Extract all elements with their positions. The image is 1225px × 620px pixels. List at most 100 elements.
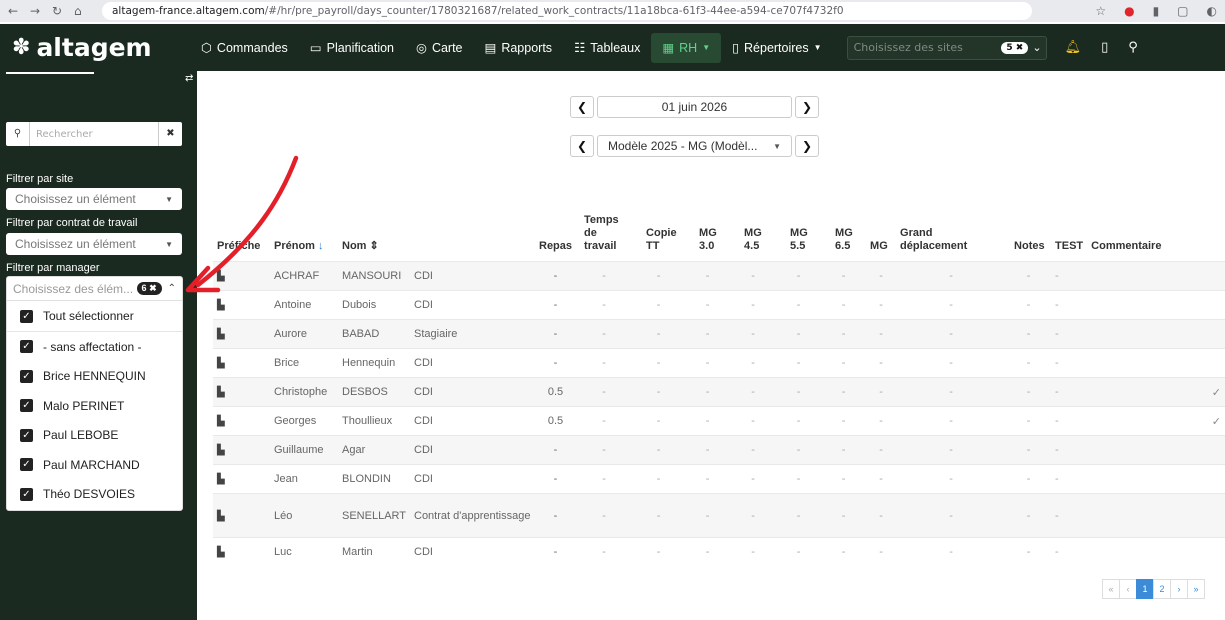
star-icon[interactable]: ☆ <box>1095 4 1106 18</box>
value-cell[interactable]: - <box>730 435 777 465</box>
value-cell[interactable]: - <box>776 377 822 407</box>
test-cell[interactable]: - <box>1051 493 1088 538</box>
notes-cell[interactable]: - <box>1006 261 1052 291</box>
table-row[interactable]: ▙ Aurore BABAD Stagiaire - - - - - - - - - - - <box>213 319 1225 349</box>
checkbox-checked-icon[interactable]: ✓ <box>20 458 33 472</box>
value-cell[interactable]: - <box>821 261 867 291</box>
option-item[interactable]: ✓ Paul LEBOBE <box>7 421 182 451</box>
value-cell[interactable]: - <box>730 493 777 538</box>
checkbox-checked-icon[interactable]: ✓ <box>20 487 33 501</box>
table-row[interactable]: ▙ Luc Martin CDI - - - - - - - - - - - <box>213 537 1225 567</box>
prefiche-cell[interactable]: ▙ <box>213 377 270 407</box>
repas-cell[interactable]: - <box>535 493 577 538</box>
value-cell[interactable]: - <box>821 319 867 349</box>
checkbox-checked-icon[interactable]: ✓ <box>20 369 33 383</box>
prefiche-cell[interactable]: ▙ <box>213 537 270 567</box>
nav-carte[interactable]: ◎ Carte <box>405 33 474 63</box>
last-page-button[interactable]: » <box>1187 579 1205 599</box>
site-count-badge[interactable]: 5 ✖ <box>1001 41 1029 54</box>
col-prenom[interactable]: Prénom ↓ <box>270 211 338 262</box>
value-cell[interactable]: - <box>776 493 822 538</box>
col-mg[interactable]: MG <box>866 211 896 262</box>
value-cell[interactable]: - <box>866 290 897 320</box>
option-item[interactable]: ✓ Paul MARCHAND <box>7 450 182 480</box>
grand-deplacement-cell[interactable]: - <box>896 377 1007 407</box>
table-row[interactable]: ▙ Antoine Dubois CDI - - - - - - - - - - - <box>213 290 1225 320</box>
document-icon[interactable]: ▙ <box>217 445 225 456</box>
value-cell[interactable]: - <box>866 464 897 494</box>
prefiche-cell[interactable]: ▙ <box>213 493 270 538</box>
value-cell[interactable]: - <box>632 319 686 349</box>
value-cell[interactable]: - <box>866 435 897 465</box>
option-item[interactable]: ✓ Brice HENNEQUIN <box>7 362 182 392</box>
value-cell[interactable]: - <box>685 493 731 538</box>
grand-deplacement-cell[interactable]: - <box>896 261 1007 291</box>
nav-commandes[interactable]: ⬡ Commandes <box>190 33 299 63</box>
next-date-button[interactable]: ❯ <box>795 96 819 118</box>
checkbox-checked-icon[interactable]: ✓ <box>20 399 33 413</box>
checkbox-checked-icon[interactable]: ✓ <box>20 309 33 323</box>
commentaire-cell[interactable] <box>1087 435 1225 465</box>
value-cell[interactable]: - <box>685 290 731 320</box>
repas-cell[interactable]: - <box>535 435 577 465</box>
value-cell[interactable]: - <box>866 319 897 349</box>
grand-deplacement-cell[interactable]: - <box>896 464 1007 494</box>
document-icon[interactable]: ▙ <box>217 358 225 369</box>
document-icon[interactable]: ▙ <box>217 300 225 311</box>
col-mg-45[interactable]: MG 4.5 <box>730 211 776 262</box>
repas-cell[interactable]: 0.5 <box>535 406 577 436</box>
value-cell[interactable]: - <box>821 493 867 538</box>
commentaire-cell[interactable]: ✓ <box>1087 377 1225 407</box>
test-cell[interactable]: - <box>1051 377 1088 407</box>
commentaire-cell[interactable] <box>1087 537 1225 567</box>
value-cell[interactable]: - <box>576 319 633 349</box>
grand-deplacement-cell[interactable]: - <box>896 406 1007 436</box>
search-input[interactable]: Rechercher <box>30 129 158 140</box>
page-button-1[interactable]: 1 <box>1136 579 1154 599</box>
value-cell[interactable]: - <box>776 464 822 494</box>
option-item[interactable]: ✓ Théo DESVOIES <box>7 480 182 510</box>
value-cell[interactable]: - <box>730 348 777 378</box>
value-cell[interactable]: - <box>821 406 867 436</box>
repas-cell[interactable]: - <box>535 261 577 291</box>
repas-cell[interactable]: - <box>535 537 577 567</box>
value-cell[interactable]: - <box>685 319 731 349</box>
value-cell[interactable]: - <box>866 406 897 436</box>
mobile-icon[interactable]: ▯ <box>1101 40 1108 55</box>
page-button-2[interactable]: 2 <box>1153 579 1171 599</box>
option-item[interactable]: ✓ Malo PERINET <box>7 391 182 421</box>
col-grand-deplacement[interactable]: Grand déplacement <box>896 211 1006 262</box>
value-cell[interactable]: - <box>632 464 686 494</box>
notes-cell[interactable]: - <box>1006 290 1052 320</box>
commentaire-cell[interactable] <box>1087 348 1225 378</box>
document-icon[interactable]: ▙ <box>217 329 225 340</box>
prefiche-cell[interactable]: ▙ <box>213 261 270 291</box>
col-mg-55[interactable]: MG 5.5 <box>776 211 821 262</box>
prefiche-cell[interactable]: ▙ <box>213 290 270 320</box>
col-temps-travail[interactable]: Temps de travail <box>576 211 632 262</box>
nav-rh[interactable]: ▦ RH ▼ <box>651 32 722 63</box>
col-repas[interactable]: Repas <box>535 211 576 262</box>
value-cell[interactable]: - <box>576 435 633 465</box>
swap-icon[interactable]: ⇄ <box>185 73 193 84</box>
value-cell[interactable]: - <box>685 261 731 291</box>
next-model-button[interactable]: ❯ <box>795 135 819 157</box>
prev-date-button[interactable]: ❮ <box>570 96 594 118</box>
notes-cell[interactable]: - <box>1006 464 1052 494</box>
sort-alpha-icon[interactable]: ↓ <box>318 240 324 252</box>
value-cell[interactable]: - <box>576 464 633 494</box>
col-test[interactable]: TEST <box>1051 211 1087 262</box>
site-select[interactable]: Choisissez des sites 5 ✖ ⌄ <box>846 35 1047 60</box>
repas-cell[interactable]: - <box>535 290 577 320</box>
prefiche-cell[interactable]: ▙ <box>213 319 270 349</box>
value-cell[interactable]: - <box>576 493 633 538</box>
value-cell[interactable]: - <box>730 261 777 291</box>
value-cell[interactable]: - <box>632 290 686 320</box>
value-cell[interactable]: - <box>866 261 897 291</box>
table-row[interactable]: ▙ Jean BLONDIN CDI - - - - - - - - - - - <box>213 464 1225 494</box>
model-select[interactable]: Modèle 2025 - MG (Modèl... ▼ <box>597 135 792 157</box>
value-cell[interactable]: - <box>776 261 822 291</box>
value-cell[interactable]: - <box>685 537 731 567</box>
prefiche-cell[interactable]: ▙ <box>213 435 270 465</box>
value-cell[interactable]: - <box>866 537 897 567</box>
